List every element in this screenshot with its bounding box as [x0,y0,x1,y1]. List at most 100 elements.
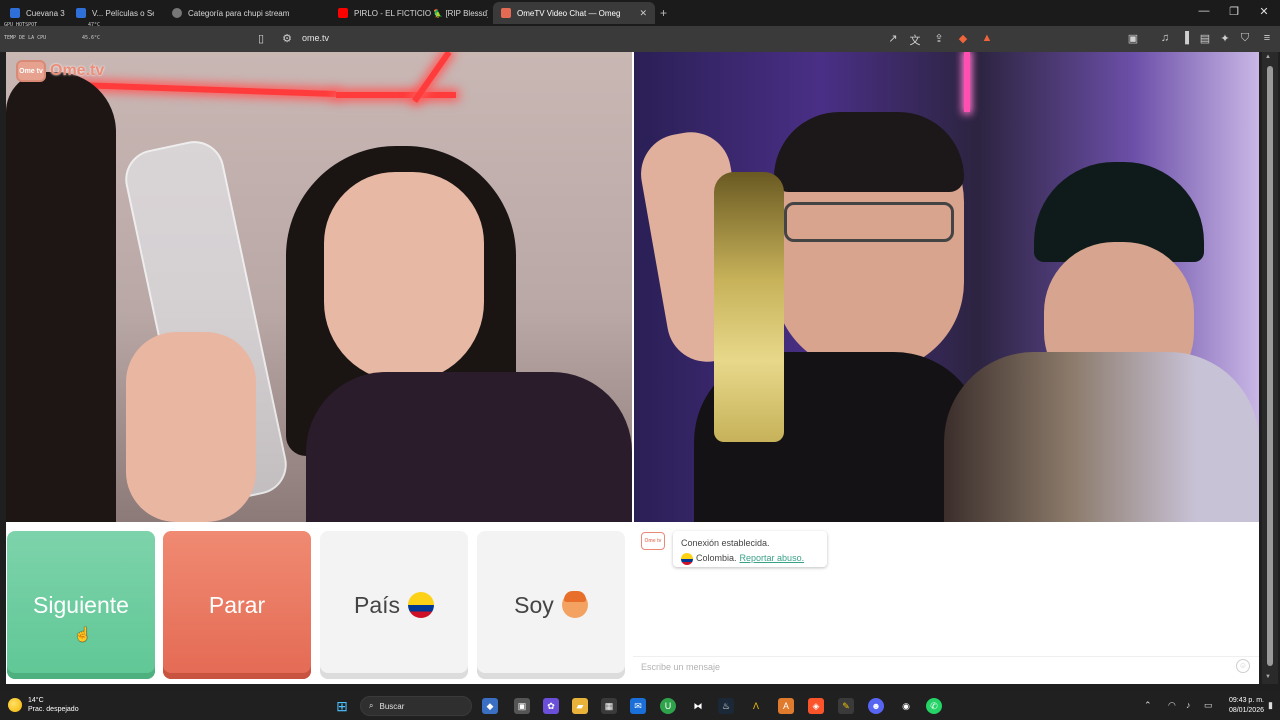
person-clothing [306,372,632,522]
tray-overflow-icon[interactable]: ⌃ [1144,700,1152,711]
translate-icon[interactable]: 文 [908,32,922,48]
volume-icon[interactable]: ♪ [1186,700,1191,710]
tab-categoria[interactable]: Categoría para chupi stream [164,2,324,24]
stop-button-label: Parar [208,591,266,618]
scroll-down-icon[interactable]: ▼ [1265,674,1271,680]
file-explorer-icon[interactable]: ▰ [572,698,588,714]
divider [633,656,1259,657]
tab-pirlo[interactable]: PIRLO - EL FICTICIO 🦜 [RIP Blessd] [330,2,488,24]
taskbar-clock[interactable]: 09:43 p. m. 08/01/2026 [1224,696,1264,716]
tab-ometv[interactable]: OmeTV Video Chat — Omeg ✕ [493,2,655,24]
share-icon[interactable]: ⇪ [932,32,946,45]
screenshot-icon[interactable]: ▣ [1126,32,1140,45]
sensor-overlay-cpu: TEMP DE LA CPU 45.6°C [4,35,100,41]
tab-peliculas[interactable]: V... Películas o Series [68,2,154,24]
close-window-icon[interactable]: ✕ [1256,5,1272,18]
scroll-up-icon[interactable]: ▲ [1265,54,1271,60]
wallet-icon[interactable]: ▤ [1198,32,1212,45]
leo-ai-icon[interactable]: ✦ [1218,32,1232,45]
system-message: Conexión establecida. Colombia. Reportar… [673,531,827,567]
person-hair [6,72,116,522]
arc-icon[interactable]: Λ [748,698,764,714]
gender-button-label: Soy [514,591,554,618]
gender-button[interactable]: Soy [477,531,625,679]
battery-icon[interactable]: ▭ [1204,700,1213,711]
start-menu-icon[interactable]: ⊞ [334,698,350,714]
obs-icon[interactable]: ◉ [898,698,914,714]
menu-icon[interactable]: ≡ [1260,32,1274,44]
upwork-icon[interactable]: U [660,698,676,714]
site-favicon-icon [76,8,86,18]
stop-button[interactable]: Parar [163,531,311,679]
brave-shield-icon[interactable]: ◆ [956,32,970,45]
country-button[interactable]: País [320,531,468,679]
new-tab-button[interactable]: + [660,6,667,20]
report-abuse-link[interactable]: Reportar abuso. [740,551,805,566]
brave-rewards-icon[interactable]: ▲ [980,32,994,44]
beer-bottle [714,172,784,442]
mail-icon[interactable]: ✉ [630,698,646,714]
tab-title: Cuevana 3 [26,8,65,18]
page-scrollbar[interactable]: ▲ ▼ [1262,52,1278,684]
copilot-icon[interactable]: ✿ [543,698,559,714]
windows-taskbar: 14°C Prac. despejado ⊞ ⌕ Buscar ◆ ▣ ✿ ▰ … [0,692,1280,720]
sticky-app-icon[interactable]: ✎ [838,698,854,714]
message-input[interactable]: Escribe un mensaje [641,662,720,672]
ometv-logo[interactable]: Ome tv Ome.tv [16,60,104,82]
chat-panel: Ome tv Conexión establecida. Colombia. R… [633,524,1259,684]
bookmark-icon[interactable]: ▯ [254,32,268,45]
illustrator-icon[interactable]: A [778,698,794,714]
emoji-picker-icon[interactable]: ☺ [1236,659,1250,673]
cuevana-favicon-icon [10,8,20,18]
fish-app-icon[interactable]: ◆ [482,698,498,714]
person-hand [126,332,256,522]
next-button[interactable]: Siguiente [7,531,155,679]
sensor-label: TEMP DE LA CPU [4,35,47,41]
weather-widget[interactable]: 14°C Prac. despejado [8,696,79,714]
wifi-icon[interactable]: ◠ [1168,700,1176,711]
clock-time: 09:43 p. m. [1228,697,1264,704]
next-button-label: Siguiente [33,591,129,618]
address-bar[interactable]: ome.tv [302,33,329,43]
scroll-thumb[interactable] [1267,66,1273,666]
sidebar-icon[interactable]: ▐ [1178,32,1192,44]
country-button-label: País [353,591,401,618]
person-face [324,172,484,382]
boy-emoji-icon [561,591,588,618]
youtube-favicon-icon [338,8,348,18]
close-tab-icon[interactable]: ✕ [639,8,647,19]
clock-date: 08/01/2026 [1228,707,1264,714]
minimize-icon[interactable]: — [1196,5,1212,17]
weather-sun-icon [8,698,22,712]
task-view-icon[interactable]: ▣ [514,698,530,714]
ometv-favicon-icon [501,8,511,18]
restore-icon[interactable]: ❐ [1226,5,1242,18]
whatsapp-icon[interactable]: ✆ [926,698,942,714]
open-external-icon[interactable]: ↗ [886,32,900,45]
tab-title: V... Películas o Series [92,8,154,18]
store-icon[interactable]: ▦ [601,698,617,714]
search-icon: ⌕ [369,701,374,710]
ometv-logo-text: Ome.tv [50,62,105,79]
vpn-icon[interactable]: ⛉ [1238,32,1252,45]
colombia-flag-icon [681,552,693,565]
discord-icon[interactable]: ☻ [868,698,884,714]
partner-country: Colombia. [696,553,737,563]
music-icon[interactable]: ♫ [1158,32,1172,44]
tab-cuevana[interactable]: Cuevana 3 [2,2,68,24]
tab-title: PIRLO - EL FICTICIO 🦜 [RIP Blessd] [354,8,488,18]
brave-browser-icon[interactable]: ◈ [808,698,824,714]
capcut-icon[interactable]: ⧓ [690,698,706,714]
notifications-icon[interactable]: ▮ [1268,700,1273,711]
eyeglasses [784,202,954,242]
browser-tab-strip: Cuevana 3 V... Películas o Series Catego… [0,0,1280,28]
weather-condition: Prac. despejado [28,706,79,713]
ometv-page: Ome tv Ome.tv Siguiente Parar País Soy O… [6,52,1259,684]
person-hair [774,112,964,192]
site-info-icon[interactable]: ⚙ [280,32,294,45]
ometv-logo-mark: Ome tv [16,60,46,82]
steam-icon[interactable]: ♨ [718,698,734,714]
taskbar-search[interactable]: ⌕ Buscar [360,696,472,716]
remote-video [634,52,1259,522]
sensor-value: 45.6°C [81,35,100,41]
